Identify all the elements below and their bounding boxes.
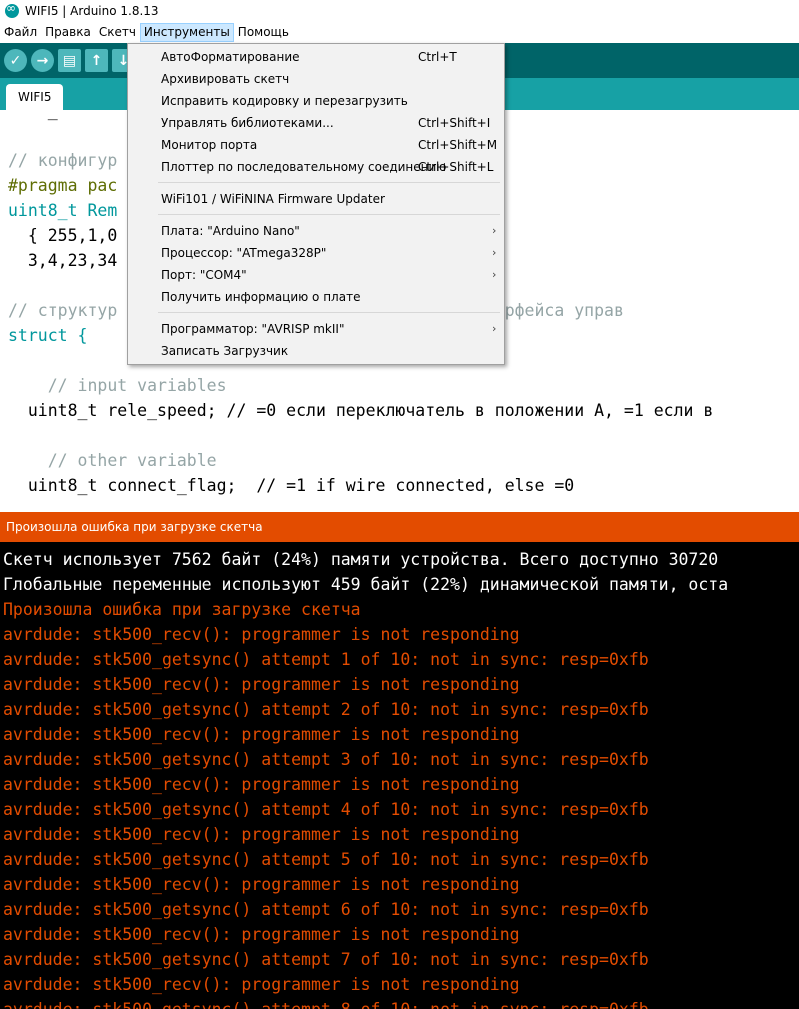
menu-2[interactable]: Скетч (95, 23, 140, 42)
menu-item-label: WiFi101 / WiFiNINA Firmware Updater (161, 192, 385, 206)
menu-item[interactable]: Плата: "Arduino Nano" › (128, 220, 504, 242)
console-line: avrdude: stk500_recv(): programmer is no… (3, 825, 520, 844)
menu-item[interactable]: Управлять библиотеками... Ctrl+Shift+I (128, 112, 504, 134)
console-line: avrdude: stk500_getsync() attempt 8 of 1… (3, 997, 649, 1009)
console-line: avrdude: stk500_recv(): programmer is no… (3, 875, 520, 894)
menu-item[interactable]: Плоттер по последовательному соединению C… (128, 156, 504, 178)
menu-item-label: Плоттер по последовательному соединению (161, 160, 447, 174)
submenu-arrow-icon: › (492, 224, 497, 237)
tools-menu-dropdown: АвтоФорматирование Ctrl+T Архивировать ске… (127, 43, 505, 365)
menu-4[interactable]: Помощь (234, 23, 293, 42)
menu-3[interactable]: Инструменты (139, 23, 234, 42)
menu-item-label: Плата: "Arduino Nano" (161, 224, 300, 238)
console-line: avrdude: stk500_getsync() attempt 2 of 1… (3, 700, 649, 719)
console-line: Произошла ошибка при загрузке скетча (3, 600, 361, 619)
code-line: uint8_t Rem (8, 201, 118, 220)
console-line: avrdude: stk500_recv(): programmer is no… (3, 775, 520, 794)
menu-item[interactable]: WiFi101 / WiFiNINA Firmware Updater (128, 188, 504, 210)
menu-bar: Файл Правка Скетч Инструменты Помощь (0, 22, 799, 43)
console-line: avrdude: stk500_getsync() attempt 5 of 1… (3, 850, 649, 869)
code-line: uint8_t connect_flag; // =1 if wire conn… (8, 476, 575, 495)
console-line: avrdude: stk500_getsync() attempt 1 of 1… (3, 650, 649, 669)
menu-item-label: Получить информацию о плате (161, 290, 361, 304)
verify-icon[interactable]: ✓ (4, 49, 27, 72)
menu-item[interactable]: Монитор порта Ctrl+Shift+M (128, 134, 504, 156)
menu-item[interactable]: Получить информацию о плате (128, 286, 504, 308)
console-line: avrdude: stk500_getsync() attempt 3 of 1… (3, 750, 649, 769)
submenu-arrow-icon: › (492, 322, 497, 335)
submenu-arrow-icon: › (492, 246, 497, 259)
console-line: avrdude: stk500_recv(): programmer is no… (3, 725, 520, 744)
menu-item[interactable]: Исправить кодировку и перезагрузить (128, 90, 504, 112)
console-output[interactable]: Скетч использует 7562 байт (24%) памяти … (0, 542, 799, 1009)
new-icon[interactable]: ▤ (58, 49, 81, 72)
menu-separator (158, 214, 500, 215)
console-line: avrdude: stk500_getsync() attempt 7 of 1… (3, 950, 649, 969)
menu-0[interactable]: Файл (0, 23, 41, 42)
menu-item[interactable]: Программатор: "AVRISP mkII" › (128, 318, 504, 340)
code-line: struct { (8, 326, 88, 345)
menu-item[interactable]: Процессор: "ATmega328P" › (128, 242, 504, 264)
menu-separator (158, 182, 500, 183)
window-title: WIFI5 | Arduino 1.8.13 (25, 4, 159, 18)
code-line: #pragma pac (8, 176, 118, 195)
code-line: _ (8, 110, 58, 120)
code-line: { 255,1,0 (8, 226, 118, 245)
menu-item-shortcut: Ctrl+Shift+M (418, 138, 498, 152)
console-line: avrdude: stk500_recv(): programmer is no… (3, 925, 520, 944)
menu-item[interactable]: Записать Загрузчик (128, 340, 504, 362)
code-line: // other variable (8, 451, 217, 470)
code-line: 3,4,23,34 (8, 251, 118, 270)
menu-item-label: Исправить кодировку и перезагрузить (161, 94, 408, 108)
arduino-logo-icon (5, 1, 19, 18)
menu-separator (158, 312, 500, 313)
title-bar: WIFI5 | Arduino 1.8.13 (0, 0, 799, 22)
menu-item-label: Программатор: "AVRISP mkII" (161, 322, 345, 336)
menu-item-label: АвтоФорматирование (161, 50, 300, 64)
menu-item-label: Монитор порта (161, 138, 258, 152)
console-line: Скетч использует 7562 байт (24%) памяти … (3, 550, 719, 569)
menu-item-label: Процессор: "ATmega328P" (161, 246, 327, 260)
console-line: avrdude: stk500_recv(): programmer is no… (3, 975, 520, 994)
menu-item-shortcut: Ctrl+T (418, 50, 457, 64)
submenu-arrow-icon: › (492, 268, 497, 281)
menu-item-label: Архивировать скетч (161, 72, 290, 86)
menu-item[interactable]: Архивировать скетч (128, 68, 504, 90)
status-bar-error: Произошла ошибка при загрузке скетча (0, 512, 799, 542)
console-line: avrdude: stk500_recv(): programmer is no… (3, 675, 520, 694)
open-icon[interactable]: ↑ (85, 49, 108, 72)
menu-item-label: Порт: "COM4" (161, 268, 247, 282)
code-line: // конфигур (8, 151, 118, 170)
code-line: // input variables (8, 376, 227, 395)
code-line: uint8_t rele_speed; // =0 если переключа… (8, 401, 714, 420)
tab-wifi5[interactable]: WIFI5 (6, 84, 64, 110)
menu-1[interactable]: Правка (41, 23, 95, 42)
upload-icon[interactable]: → (31, 49, 54, 72)
console-line: avrdude: stk500_getsync() attempt 4 of 1… (3, 800, 649, 819)
menu-item-label: Записать Загрузчик (161, 344, 289, 358)
menu-item[interactable]: АвтоФорматирование Ctrl+T (128, 46, 504, 68)
menu-item[interactable]: Порт: "COM4" › (128, 264, 504, 286)
console-line: avrdude: stk500_recv(): programmer is no… (3, 625, 520, 644)
menu-item-shortcut: Ctrl+Shift+I (418, 116, 491, 130)
console-line: avrdude: stk500_getsync() attempt 6 of 1… (3, 900, 649, 919)
menu-item-label: Управлять библиотеками... (161, 116, 334, 130)
menu-item-shortcut: Ctrl+Shift+L (418, 160, 494, 174)
console-line: Глобальные переменные используют 459 бай… (3, 575, 729, 594)
